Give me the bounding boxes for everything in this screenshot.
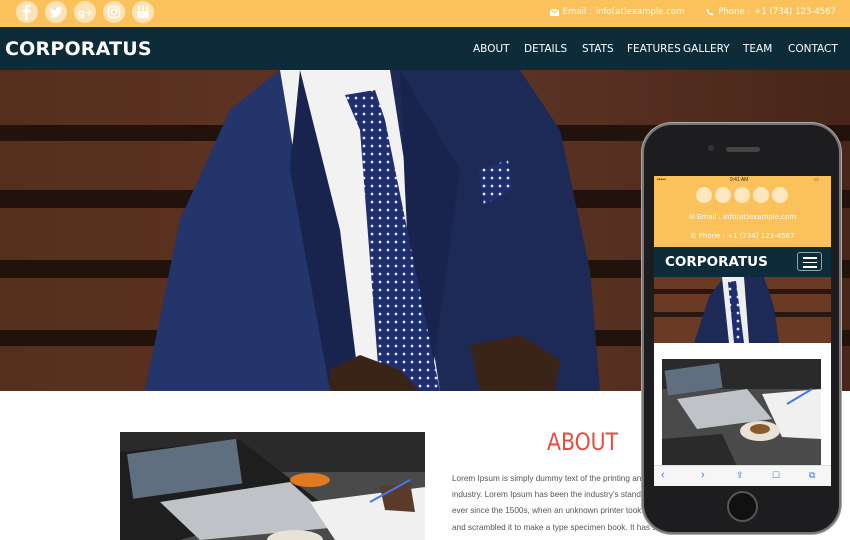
email-contact[interactable]: Email : info(at)example.com	[549, 7, 685, 17]
about-image	[120, 432, 425, 540]
mobile-status-bar: ••••• 9:41 AM ▭	[654, 176, 831, 185]
mobile-email-address[interactable]: info(at)example.com	[723, 213, 796, 221]
mobile-phone[interactable]: ✆ Phone : +1 (734) 123-4567	[654, 232, 831, 240]
facebook-icon[interactable]	[696, 187, 712, 203]
mobile-hero-image	[654, 277, 831, 343]
nav-item-gallery[interactable]: GALLERY	[683, 43, 730, 55]
brand-logo[interactable]: CORPORATUS	[5, 38, 152, 60]
mobile-about-image	[662, 359, 821, 466]
mobile-navbar: CORPORATUS	[654, 247, 831, 277]
phone-number[interactable]: +1 (734) 123-4567	[754, 7, 836, 17]
phone-screen: ••••• 9:41 AM ▭ ✉ Email : info(at)exampl…	[654, 176, 831, 486]
contact-info: Email : info(at)example.com Phone : +1 (…	[549, 7, 836, 17]
mobile-email-label: Email :	[696, 213, 721, 221]
google-plus-icon[interactable]: g+	[74, 1, 96, 23]
facebook-icon[interactable]	[16, 1, 38, 23]
instagram-icon[interactable]	[753, 187, 769, 203]
mobile-phone-number[interactable]: +1 (734) 123-4567	[727, 232, 794, 240]
share-icon[interactable]: ⇪	[736, 470, 744, 481]
mobile-time: 9:41 AM	[730, 177, 749, 183]
nav-item-about[interactable]: ABOUT	[473, 43, 510, 55]
email-address[interactable]: info(at)example.com	[596, 7, 685, 17]
about-line: ever since the 1500s, when an unknown pr…	[452, 506, 649, 516]
forward-icon[interactable]: ›	[701, 469, 705, 481]
about-paragraph: Lorem Ipsum is simply dummy text of the …	[452, 471, 662, 536]
envelope-icon	[549, 8, 559, 16]
envelope-icon: ✉	[688, 213, 695, 221]
battery-icon: ▭	[814, 177, 819, 183]
twitter-icon[interactable]	[715, 187, 731, 203]
top-bar: g+ Email : info(at)example.com Phone : +…	[0, 0, 850, 27]
phone-label: Phone :	[718, 7, 751, 17]
phone-contact[interactable]: Phone : +1 (734) 123-4567	[706, 7, 836, 17]
main-navbar: CORPORATUS ABOUT DETAILS STATS FEATURES …	[0, 27, 850, 70]
mobile-email[interactable]: ✉ Email : info(at)example.com	[654, 213, 831, 221]
twitter-icon[interactable]	[45, 1, 67, 23]
about-line: Lorem Ipsum is simply dummy text of the …	[452, 474, 646, 483]
instagram-icon[interactable]	[103, 1, 125, 23]
mobile-carrier: •••••	[657, 177, 666, 183]
back-icon[interactable]: ‹	[661, 469, 665, 481]
phone-icon	[706, 8, 714, 16]
nav-item-contact[interactable]: CONTACT	[788, 43, 838, 55]
nav-item-stats[interactable]: STATS	[582, 43, 614, 55]
email-label: Email :	[562, 7, 592, 17]
mobile-browser-toolbar: ‹ › ⇪ ☐ ⧉	[654, 465, 831, 486]
hamburger-menu-icon[interactable]	[797, 252, 822, 271]
phone-speaker	[726, 147, 760, 152]
about-line: and scrambled it to make a type specimen…	[452, 522, 661, 532]
nav-item-features[interactable]: FEATURES	[627, 43, 681, 55]
about-title: ABOUT	[547, 428, 619, 456]
youtube-icon[interactable]	[132, 1, 154, 23]
tabs-icon[interactable]: ⧉	[809, 470, 815, 481]
mobile-brand-logo[interactable]: CORPORATUS	[665, 254, 768, 270]
nav-item-team[interactable]: TEAM	[743, 43, 772, 55]
mobile-top-bar: ✉ Email : info(at)example.com ✆ Phone : …	[654, 185, 831, 247]
mobile-phone-label: Phone :	[698, 232, 725, 240]
about-line: industry. Lorem Ipsum has been the indus…	[452, 490, 653, 500]
mobile-social-links	[696, 187, 788, 203]
nav-item-details[interactable]: DETAILS	[524, 43, 567, 55]
youtube-icon[interactable]	[772, 187, 788, 203]
bookmarks-icon[interactable]: ☐	[772, 470, 780, 481]
phone-home-button	[727, 491, 758, 522]
phone-camera	[708, 145, 714, 151]
phone-icon: ✆	[690, 232, 697, 240]
svg-text:g+: g+	[78, 8, 94, 19]
google-plus-icon[interactable]	[734, 187, 750, 203]
phone-mockup: ••••• 9:41 AM ▭ ✉ Email : info(at)exampl…	[642, 123, 841, 534]
social-links: g+	[16, 1, 154, 23]
